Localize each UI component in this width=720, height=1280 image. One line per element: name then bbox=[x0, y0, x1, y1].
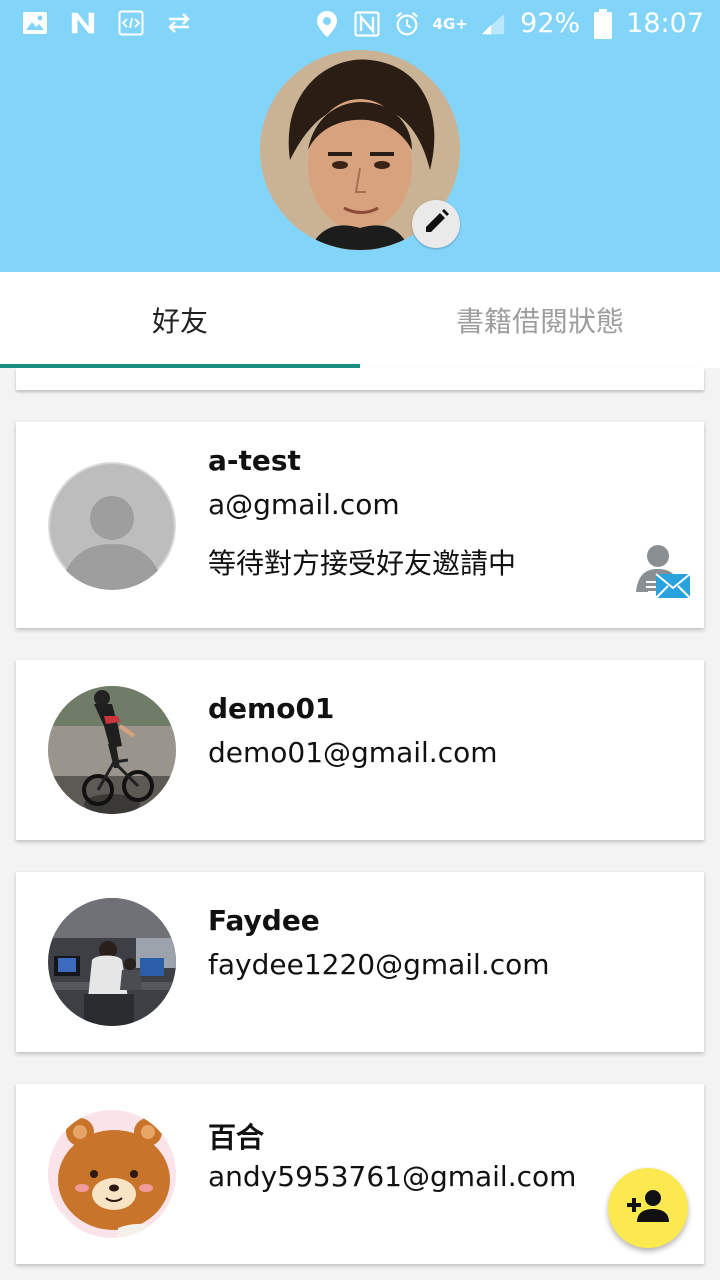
friend-card[interactable]: 百合 andy5953761@gmail.com bbox=[16, 1084, 704, 1264]
friend-name: Faydee bbox=[208, 904, 320, 937]
default-avatar bbox=[48, 462, 176, 590]
list-item-partial[interactable] bbox=[16, 368, 704, 390]
location-icon bbox=[314, 10, 340, 37]
battery-icon bbox=[594, 8, 613, 39]
sync-icon bbox=[166, 10, 192, 36]
pending-invite-icon bbox=[632, 542, 692, 602]
n-notification-icon bbox=[70, 10, 96, 36]
edit-avatar-button[interactable] bbox=[412, 200, 460, 248]
tab-book-borrow-status[interactable]: 書籍借閱狀態 bbox=[360, 272, 720, 368]
friend-avatar bbox=[48, 1110, 176, 1238]
friend-email: andy5953761@gmail.com bbox=[208, 1160, 577, 1193]
friend-card[interactable]: a-test a@gmail.com 等待對方接受好友邀請中 bbox=[16, 422, 704, 628]
tab-bar: 好友 書籍借閱狀態 bbox=[0, 272, 720, 368]
code-icon bbox=[118, 10, 144, 36]
profile-header bbox=[0, 50, 720, 272]
friend-email: demo01@gmail.com bbox=[208, 736, 498, 769]
friend-name: a-test bbox=[208, 444, 301, 477]
friend-email: a@gmail.com bbox=[208, 488, 400, 521]
tab-friends-label: 好友 bbox=[151, 305, 208, 338]
tab-book-borrow-status-label: 書籍借閱狀態 bbox=[455, 305, 624, 338]
friend-avatar bbox=[48, 898, 176, 1026]
friend-request-status: 等待對方接受好友邀請中 bbox=[208, 547, 517, 580]
add-friend-button[interactable] bbox=[608, 1168, 688, 1248]
alarm-icon bbox=[394, 11, 420, 37]
signal-icon bbox=[480, 11, 506, 37]
friend-card[interactable]: demo01 demo01@gmail.com bbox=[16, 660, 704, 840]
battery-percent: 92% bbox=[520, 8, 581, 39]
network-4g-icon: 4G+ bbox=[432, 14, 468, 33]
clock-time: 18:07 bbox=[626, 8, 704, 39]
nfc-icon bbox=[354, 10, 380, 37]
tab-friends[interactable]: 好友 bbox=[0, 272, 360, 368]
friend-name: demo01 bbox=[208, 692, 335, 725]
status-bar: 4G+ 92% 18:07 bbox=[0, 0, 720, 50]
friend-card[interactable]: Faydee faydee1220@gmail.com bbox=[16, 872, 704, 1052]
image-icon bbox=[22, 10, 48, 36]
add-person-icon bbox=[625, 1188, 671, 1228]
friend-email: faydee1220@gmail.com bbox=[208, 948, 550, 981]
friend-name: 百合 bbox=[208, 1121, 265, 1154]
friend-avatar bbox=[48, 686, 176, 814]
pencil-icon bbox=[422, 208, 450, 240]
